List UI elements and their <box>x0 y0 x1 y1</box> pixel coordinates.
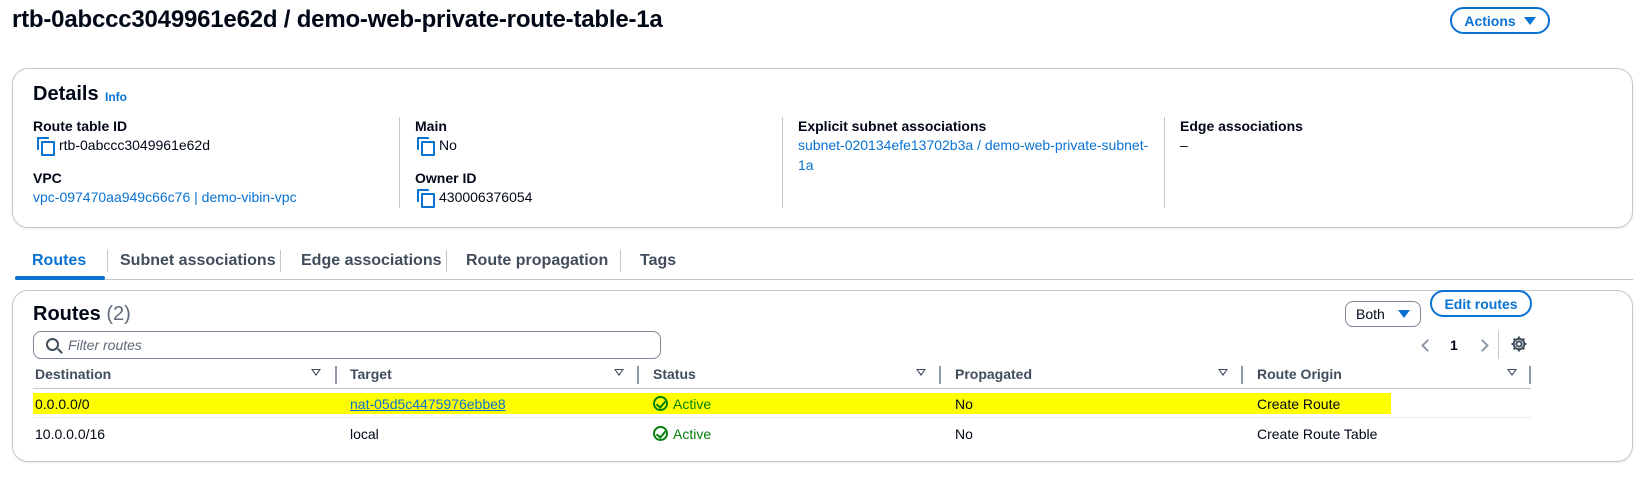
chevron-left-icon[interactable] <box>1421 338 1434 352</box>
column-header-destination[interactable]: Destination <box>35 359 111 389</box>
filter-placeholder: Filter routes <box>68 337 142 353</box>
tab-subnet-associations[interactable]: Subnet associations <box>120 244 276 278</box>
routes-panel: Routes (2) Both Edit routes Filter route… <box>12 290 1633 462</box>
route-filter-select[interactable]: Both <box>1345 301 1421 327</box>
edit-routes-button[interactable]: Edit routes <box>1430 290 1532 317</box>
caret-down-icon <box>1398 310 1410 318</box>
gear-icon[interactable] <box>1510 335 1528 353</box>
routes-title: Routes <box>33 303 101 325</box>
column-resizer[interactable] <box>335 366 337 384</box>
check-circle-icon <box>653 426 668 441</box>
sort-icon[interactable] <box>1507 369 1517 376</box>
target-link[interactable]: nat-05d5c4475976ebbe8 <box>350 396 506 412</box>
sort-icon[interactable] <box>311 369 321 376</box>
copy-icon[interactable] <box>417 137 435 156</box>
cell-propagated: No <box>955 425 973 442</box>
status-text: Active <box>673 425 712 442</box>
tab-divider <box>280 250 281 272</box>
table-row[interactable]: 10.0.0.0/16 local Active No Create Route… <box>33 419 1531 448</box>
cell-status: Active <box>653 389 711 418</box>
cell-destination: 0.0.0.0/0 <box>35 395 90 412</box>
explicit-subnet-link[interactable]: subnet-020134efe13702b3a / demo-web-priv… <box>798 135 1165 175</box>
sort-icon[interactable] <box>614 369 624 376</box>
active-tab-indicator <box>15 276 105 280</box>
actions-button[interactable]: Actions <box>1450 7 1550 34</box>
tab-tags[interactable]: Tags <box>640 244 676 278</box>
column-resizer[interactable] <box>939 366 941 384</box>
cell-route-origin: Create Route Table <box>1257 425 1378 442</box>
search-icon <box>46 338 59 351</box>
check-circle-icon <box>653 396 668 411</box>
pagination: 1 <box>1421 331 1489 359</box>
sort-icon[interactable] <box>1218 369 1228 376</box>
routes-count: (2) <box>106 303 131 325</box>
edge-associations-label: Edge associations <box>1180 118 1303 134</box>
explicit-subnet-line-2: 1a <box>798 157 814 173</box>
edge-associations-value: – <box>1180 137 1188 153</box>
owner-id-label: Owner ID <box>415 170 477 186</box>
copy-icon[interactable] <box>37 137 55 156</box>
page-number[interactable]: 1 <box>1450 337 1458 353</box>
details-column-3: Explicit subnet associations subnet-0201… <box>782 117 1165 208</box>
caret-down-icon <box>1523 16 1536 25</box>
route-table-id-label: Route table ID <box>33 118 128 134</box>
routes-table-header: Destination Target Status Propagated Rou… <box>33 359 1531 389</box>
info-link[interactable]: Info <box>105 90 127 104</box>
tab-routes[interactable]: Routes <box>32 244 86 278</box>
vpc-link[interactable]: vpc-097470aa949c66c76 | demo-vibin-vpc <box>33 187 393 207</box>
owner-id-value: 430006376054 <box>439 189 533 205</box>
pager-divider <box>1498 331 1499 359</box>
details-column-4: Edge associations – <box>1164 117 1564 208</box>
column-resizer[interactable] <box>1241 366 1243 384</box>
actions-label: Actions <box>1464 12 1516 29</box>
main-value: No <box>439 137 457 153</box>
tab-divider <box>620 250 621 272</box>
chevron-right-icon[interactable] <box>1475 338 1489 352</box>
details-column-1: Route table ID rtb-0abccc3049961e62d VPC… <box>33 117 393 207</box>
explicit-subnet-line-1: subnet-020134efe13702b3a / demo-web-priv… <box>798 137 1149 153</box>
vpc-label: VPC <box>33 170 62 186</box>
column-header-status[interactable]: Status <box>653 359 696 389</box>
routes-heading: Routes (2) <box>33 303 131 326</box>
tab-edge-associations[interactable]: Edge associations <box>301 244 442 278</box>
page-title: rtb-0abccc3049961e62d / demo-web-private… <box>12 6 663 33</box>
column-header-propagated[interactable]: Propagated <box>955 359 1032 389</box>
status-text: Active <box>673 395 712 412</box>
sort-icon[interactable] <box>916 369 926 376</box>
cell-destination: 10.0.0.0/16 <box>35 425 106 442</box>
cell-route-origin: Create Route <box>1257 395 1341 412</box>
details-heading: Details <box>33 83 99 105</box>
cell-status: Active <box>653 419 711 448</box>
tab-divider <box>446 250 447 272</box>
details-panel: Details Info Route table ID rtb-0abccc30… <box>12 68 1633 228</box>
copy-icon[interactable] <box>417 189 435 208</box>
table-row[interactable]: 0.0.0.0/0 nat-05d5c4475976ebbe8 Active N… <box>33 389 1531 418</box>
column-header-target[interactable]: Target <box>350 359 392 389</box>
explicit-subnet-label: Explicit subnet associations <box>798 118 987 134</box>
main-label: Main <box>415 118 447 134</box>
tab-route-propagation[interactable]: Route propagation <box>466 244 608 278</box>
route-table-id-value: rtb-0abccc3049961e62d <box>59 137 211 153</box>
select-value: Both <box>1356 306 1385 322</box>
column-resizer[interactable] <box>637 366 639 384</box>
column-header-route-origin[interactable]: Route Origin <box>1257 359 1342 389</box>
details-column-2: Main No Owner ID 430006376054 <box>399 117 782 208</box>
cell-propagated: No <box>955 395 973 412</box>
column-resizer[interactable] <box>1529 366 1531 384</box>
filter-routes-input[interactable]: Filter routes <box>33 331 661 359</box>
row-highlight <box>33 393 1391 414</box>
tab-bar: Routes Subnet associations Edge associat… <box>15 244 1633 280</box>
tab-divider <box>107 250 108 272</box>
cell-target: local <box>350 425 379 442</box>
